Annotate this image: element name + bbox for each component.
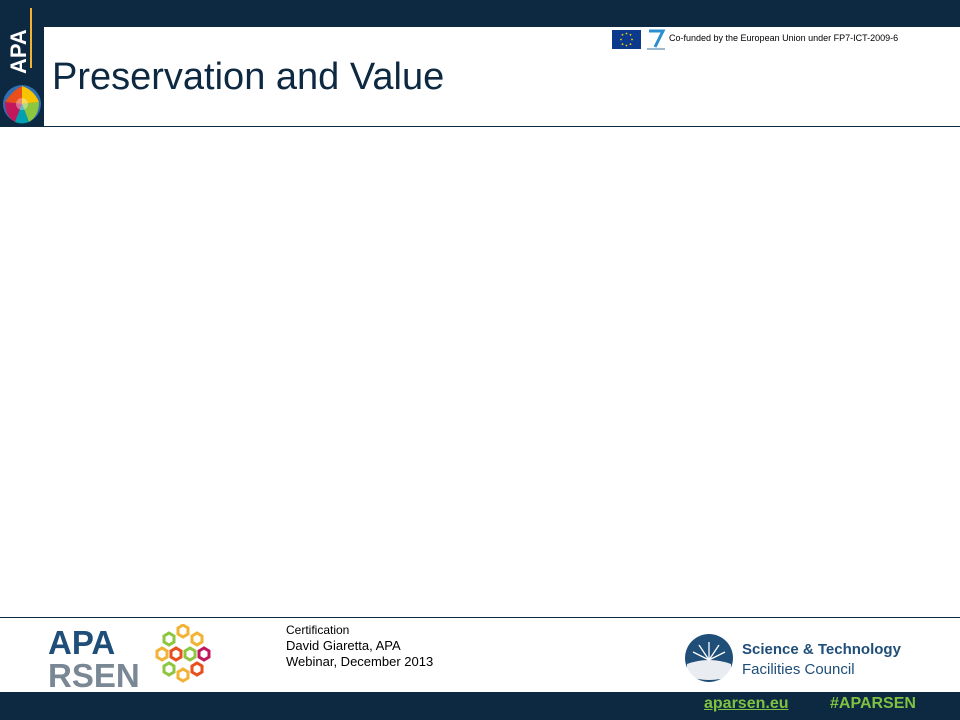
header-divider bbox=[44, 126, 960, 127]
stfc-logo: Science & Technology Facilities Council bbox=[685, 634, 902, 682]
footer-divider bbox=[0, 617, 960, 618]
svg-text:APA: APA bbox=[48, 624, 115, 661]
apa-rsen-logo: APA RSEN bbox=[48, 624, 211, 689]
svg-text:Facilities Council: Facilities Council bbox=[742, 661, 855, 678]
footer-event: Webinar, December 2013 bbox=[286, 654, 434, 669]
svg-text:Science & Technology: Science & Technology bbox=[742, 641, 902, 658]
aparsen-hashtag: #APARSEN bbox=[830, 695, 916, 712]
fp7-logo-icon bbox=[647, 29, 666, 50]
svg-text:APA: APA bbox=[6, 29, 31, 74]
cofunded-notice: Co-funded by the European Union under FP… bbox=[669, 33, 899, 43]
footer-info: Certification David Giaretta, APA Webina… bbox=[286, 622, 433, 670]
svg-text:RSEN: RSEN bbox=[48, 657, 140, 689]
apa-vertical-wordmark: APA bbox=[6, 8, 32, 74]
slide-title: Preservation and Value bbox=[52, 56, 445, 98]
aparsen-link[interactable]: aparsen.eu bbox=[704, 695, 788, 713]
colorful-globe-icon bbox=[3, 85, 41, 124]
bottom-bar bbox=[0, 692, 960, 720]
footer-topic: Certification bbox=[286, 623, 350, 637]
footer-author: David Giaretta, APA bbox=[286, 638, 401, 653]
top-bar bbox=[0, 0, 960, 27]
eu-flag-icon bbox=[612, 30, 641, 49]
apa-sidebar-logo: APA bbox=[0, 0, 44, 127]
